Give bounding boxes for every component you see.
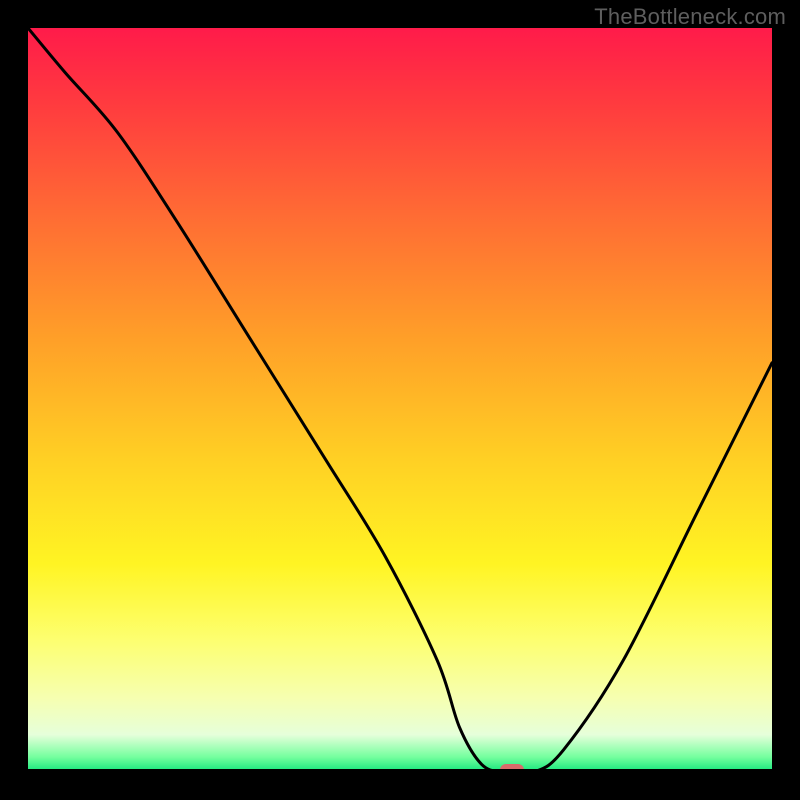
x-axis-baseline [28,769,772,772]
watermark-text: TheBottleneck.com [594,4,786,30]
bottleneck-curve [28,28,772,772]
curve-path [28,28,772,772]
watermark-label: TheBottleneck.com [594,4,786,29]
plot-area [28,28,772,772]
chart-frame: TheBottleneck.com [0,0,800,800]
